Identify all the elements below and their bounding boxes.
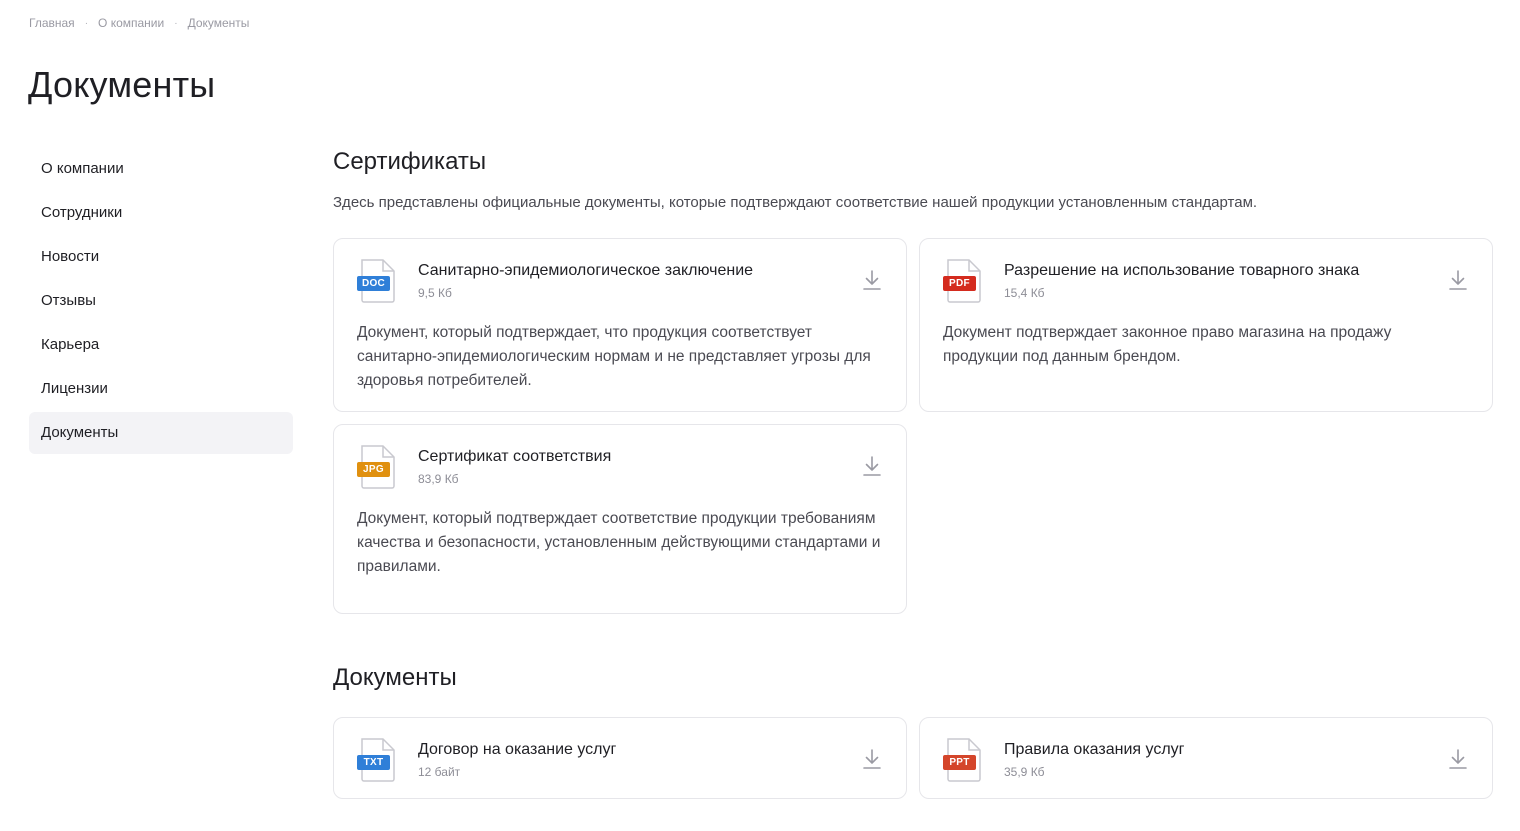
breadcrumb-current: Документы (187, 16, 250, 30)
sidebar-item-licenses[interactable]: Лицензии (29, 368, 293, 410)
certificates-grid: DOC Санитарно-эпидемиологическое заключе… (333, 238, 1493, 614)
file-type-badge: JPG (357, 462, 390, 477)
sidebar-item-documents[interactable]: Документы (29, 412, 293, 454)
document-title[interactable]: Санитарно-эпидемиологическое заключение (418, 262, 883, 280)
file-type-badge: TXT (357, 755, 390, 770)
file-size: 83,9 Кб (418, 472, 459, 486)
pdf-file-icon: PDF (943, 259, 983, 303)
document-description: Документ подтверждает законное право маг… (943, 324, 1392, 365)
download-icon[interactable] (862, 455, 882, 477)
file-size: 9,5 Кб (418, 286, 452, 300)
document-card[interactable]: PDF Разрешение на использование товарног… (919, 238, 1493, 412)
file-type-badge: DOC (357, 276, 390, 291)
documents-title: Документы (333, 664, 457, 691)
download-icon[interactable] (862, 748, 882, 770)
document-card[interactable]: JPG Сертификат соответствия 83,9 Кб Доку… (333, 424, 907, 614)
document-title[interactable]: Сертификат соответствия (418, 448, 883, 466)
jpg-file-icon: JPG (357, 445, 397, 489)
download-icon[interactable] (1448, 748, 1468, 770)
documents-grid: TXT Договор на оказание услуг 12 байт PP… (333, 717, 1493, 799)
document-description: Документ, который подтверждает соответст… (357, 510, 881, 575)
file-type-badge: PDF (943, 276, 976, 291)
txt-file-icon: TXT (357, 738, 397, 782)
file-size: 35,9 Кб (1004, 765, 1045, 779)
breadcrumb-about[interactable]: О компании (98, 16, 164, 30)
doc-file-icon: DOC (357, 259, 397, 303)
documents-section: Документы TXT Договор на оказание услуг … (333, 664, 1493, 799)
file-size: 15,4 Кб (1004, 286, 1045, 300)
document-card[interactable]: DOC Санитарно-эпидемиологическое заключе… (333, 238, 907, 412)
certificates-section: Сертификаты Здесь представлены официальн… (333, 148, 1493, 614)
sidebar-item-news[interactable]: Новости (29, 236, 293, 278)
page-title: Документы (28, 64, 216, 105)
document-title[interactable]: Договор на оказание услуг (418, 741, 883, 759)
download-icon[interactable] (1448, 269, 1468, 291)
breadcrumb: Главная · О компании · Документы (29, 16, 249, 30)
document-description: Документ, который подтверждает, что прод… (357, 324, 871, 389)
breadcrumb-home[interactable]: Главная (29, 16, 75, 30)
breadcrumb-separator: · (174, 17, 178, 29)
download-icon[interactable] (862, 269, 882, 291)
sidebar: О компании Сотрудники Новости Отзывы Кар… (29, 148, 293, 456)
main-content: Сертификаты Здесь представлены официальн… (333, 148, 1493, 799)
document-card[interactable]: TXT Договор на оказание услуг 12 байт (333, 717, 907, 799)
page: Главная · О компании · Документы Докумен… (0, 0, 1520, 831)
document-title[interactable]: Разрешение на использование товарного зн… (1004, 262, 1469, 280)
breadcrumb-separator: · (84, 17, 89, 29)
sidebar-item-career[interactable]: Карьера (29, 324, 293, 366)
sidebar-item-employees[interactable]: Сотрудники (29, 192, 293, 234)
file-type-badge: PPT (943, 755, 976, 770)
sidebar-item-about[interactable]: О компании (29, 148, 293, 190)
ppt-file-icon: PPT (943, 738, 983, 782)
certificates-title: Сертификаты (333, 148, 487, 175)
document-card[interactable]: PPT Правила оказания услуг 35,9 Кб (919, 717, 1493, 799)
sidebar-item-reviews[interactable]: Отзывы (29, 280, 293, 322)
document-title[interactable]: Правила оказания услуг (1004, 741, 1469, 759)
certificates-description: Здесь представлены официальные документы… (333, 194, 1258, 211)
file-size: 12 байт (418, 765, 461, 779)
